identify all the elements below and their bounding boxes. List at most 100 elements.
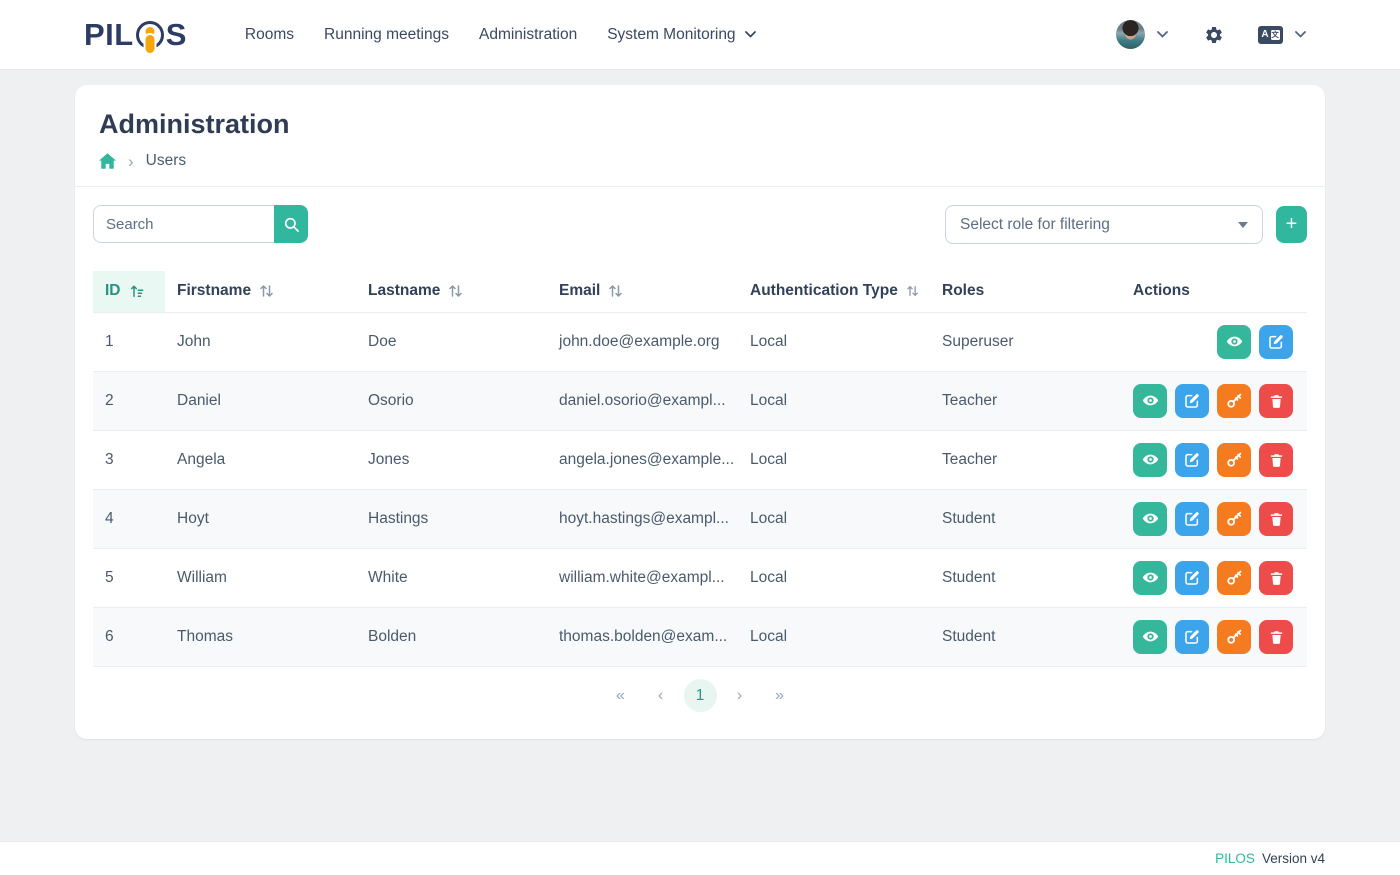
view-user-button[interactable] bbox=[1133, 384, 1167, 418]
eye-icon bbox=[1142, 628, 1159, 645]
user-avatar[interactable] bbox=[1116, 20, 1145, 49]
cell-actions bbox=[1121, 607, 1307, 666]
cell-id: 3 bbox=[93, 430, 165, 489]
cell-firstname: Angela bbox=[165, 430, 356, 489]
delete-user-button[interactable] bbox=[1259, 561, 1293, 595]
admin-card: Administration › Users bbox=[75, 85, 1325, 739]
trash-icon bbox=[1269, 570, 1284, 586]
table-row: 6 Thomas Bolden thomas.bolden@exam... Lo… bbox=[93, 607, 1307, 666]
trash-icon bbox=[1269, 393, 1284, 409]
reset-password-button[interactable] bbox=[1217, 384, 1251, 418]
edit-user-button[interactable] bbox=[1259, 325, 1293, 359]
table-row: 2 Daniel Osorio daniel.osorio@exampl... … bbox=[93, 371, 1307, 430]
view-user-button[interactable] bbox=[1133, 620, 1167, 654]
edit-user-button[interactable] bbox=[1175, 384, 1209, 418]
eye-icon bbox=[1142, 392, 1159, 409]
edit-user-button[interactable] bbox=[1175, 561, 1209, 595]
cell-actions bbox=[1121, 430, 1307, 489]
edit-icon bbox=[1184, 629, 1200, 645]
home-icon[interactable] bbox=[99, 153, 116, 169]
view-user-button[interactable] bbox=[1133, 443, 1167, 477]
page-title: Administration bbox=[99, 109, 1301, 140]
cell-actions bbox=[1121, 312, 1307, 371]
column-header-roles: Roles bbox=[930, 271, 1121, 312]
key-icon bbox=[1226, 569, 1243, 586]
nav-item-running-meetings[interactable]: Running meetings bbox=[324, 20, 449, 50]
pagination: « ‹ 1 › » bbox=[93, 679, 1307, 713]
user-menu-chevron-icon[interactable] bbox=[1157, 31, 1168, 38]
add-user-button[interactable]: + bbox=[1276, 206, 1307, 243]
edit-user-button[interactable] bbox=[1175, 620, 1209, 654]
table-body: 1 John Doe john.doe@example.org Local Su… bbox=[93, 312, 1307, 666]
column-header-firstname[interactable]: Firstname bbox=[165, 271, 356, 312]
search-input[interactable] bbox=[93, 205, 274, 243]
cell-email: john.doe@example.org bbox=[547, 312, 738, 371]
reset-password-button[interactable] bbox=[1217, 561, 1251, 595]
table-row: 3 Angela Jones angela.jones@example... L… bbox=[93, 430, 1307, 489]
cell-auth-type: Local bbox=[738, 607, 930, 666]
trash-icon bbox=[1269, 511, 1284, 527]
pilos-logo[interactable]: PIL S bbox=[84, 17, 187, 53]
nav-item-rooms[interactable]: Rooms bbox=[245, 20, 294, 50]
podcast-logo-icon bbox=[136, 21, 164, 49]
table-row: 1 John Doe john.doe@example.org Local Su… bbox=[93, 312, 1307, 371]
breadcrumb-item-users: Users bbox=[146, 152, 186, 170]
search-icon bbox=[283, 216, 300, 233]
cell-firstname: Thomas bbox=[165, 607, 356, 666]
cell-firstname: Daniel bbox=[165, 371, 356, 430]
edit-icon bbox=[1184, 393, 1200, 409]
cell-email: angela.jones@example... bbox=[547, 430, 738, 489]
edit-user-button[interactable] bbox=[1175, 443, 1209, 477]
sort-icon bbox=[260, 284, 273, 298]
search-group bbox=[93, 205, 308, 243]
sort-icon bbox=[609, 284, 622, 298]
view-user-button[interactable] bbox=[1133, 502, 1167, 536]
cell-firstname: Hoyt bbox=[165, 489, 356, 548]
view-user-button[interactable] bbox=[1217, 325, 1251, 359]
reset-password-button[interactable] bbox=[1217, 443, 1251, 477]
pagination-last-button[interactable]: » bbox=[763, 679, 797, 713]
column-header-id[interactable]: ID bbox=[93, 271, 165, 312]
pagination-first-button[interactable]: « bbox=[604, 679, 638, 713]
delete-user-button[interactable] bbox=[1259, 502, 1293, 536]
delete-user-button[interactable] bbox=[1259, 384, 1293, 418]
pagination-prev-button[interactable]: ‹ bbox=[644, 679, 678, 713]
cell-lastname: Jones bbox=[356, 430, 547, 489]
eye-icon bbox=[1142, 451, 1159, 468]
nav-item-administration[interactable]: Administration bbox=[479, 20, 577, 50]
cell-email: hoyt.hastings@exampl... bbox=[547, 489, 738, 548]
edit-icon bbox=[1184, 511, 1200, 527]
edit-icon bbox=[1184, 452, 1200, 468]
sort-ascending-icon bbox=[130, 284, 144, 298]
cell-actions bbox=[1121, 489, 1307, 548]
search-button[interactable] bbox=[274, 205, 308, 243]
column-header-authentication-type[interactable]: Authentication Type bbox=[738, 271, 930, 312]
table-row: 4 Hoyt Hastings hoyt.hastings@exampl... … bbox=[93, 489, 1307, 548]
sort-icon bbox=[449, 284, 462, 298]
delete-user-button[interactable] bbox=[1259, 443, 1293, 477]
gear-icon[interactable] bbox=[1204, 25, 1224, 45]
cell-lastname: White bbox=[356, 548, 547, 607]
chevron-down-icon bbox=[1238, 222, 1248, 228]
logo-text-prefix: PIL bbox=[84, 17, 134, 53]
pagination-next-button[interactable]: › bbox=[723, 679, 757, 713]
language-selector[interactable]: A文 bbox=[1258, 26, 1306, 44]
nav-item-system-monitoring[interactable]: System Monitoring bbox=[607, 20, 755, 50]
column-header-lastname[interactable]: Lastname bbox=[356, 271, 547, 312]
delete-user-button[interactable] bbox=[1259, 620, 1293, 654]
table-header-row: ID Firstname Lastname bbox=[93, 271, 1307, 312]
edit-icon bbox=[1268, 334, 1284, 350]
edit-user-button[interactable] bbox=[1175, 502, 1209, 536]
reset-password-button[interactable] bbox=[1217, 502, 1251, 536]
reset-password-button[interactable] bbox=[1217, 620, 1251, 654]
footer-brand-link[interactable]: PILOS bbox=[1215, 851, 1255, 866]
table-toolbar: Select role for filtering + bbox=[93, 205, 1307, 244]
eye-icon bbox=[1142, 569, 1159, 586]
table-row: 5 William White william.white@exampl... … bbox=[93, 548, 1307, 607]
view-user-button[interactable] bbox=[1133, 561, 1167, 595]
pagination-page-1-button[interactable]: 1 bbox=[684, 679, 717, 712]
cell-email: daniel.osorio@exampl... bbox=[547, 371, 738, 430]
role-filter-select[interactable]: Select role for filtering bbox=[945, 205, 1263, 244]
language-icon: A文 bbox=[1258, 26, 1283, 44]
column-header-email[interactable]: Email bbox=[547, 271, 738, 312]
